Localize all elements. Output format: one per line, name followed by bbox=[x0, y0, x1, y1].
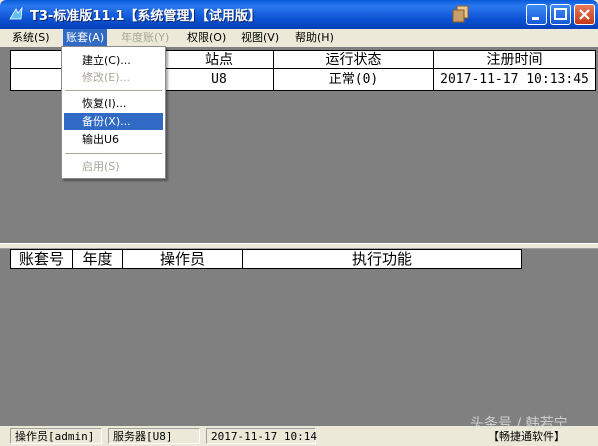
watermark-sub: 【畅捷通软件】 bbox=[488, 430, 565, 443]
menu-item-backup[interactable]: 备份(X)... bbox=[64, 113, 163, 130]
app-icon bbox=[9, 6, 23, 20]
cell-status: 正常(0) bbox=[274, 69, 434, 90]
maximize-button[interactable] bbox=[550, 4, 571, 25]
window-title: T3-标准版11.1【系统管理】【试用版】 bbox=[30, 9, 261, 24]
column-header-function[interactable]: 执行功能 bbox=[243, 250, 521, 268]
menu-item-enable[interactable]: 启用(S) bbox=[64, 158, 163, 175]
menu-view[interactable]: 视图(V) bbox=[238, 29, 282, 47]
menu-fiscal-year[interactable]: 年度账(Y) bbox=[118, 29, 172, 47]
minimize-icon bbox=[532, 17, 539, 20]
minimize-button[interactable] bbox=[526, 4, 547, 25]
log-table-header: 账套号 年度 操作员 执行功能 bbox=[10, 249, 522, 269]
menu-item-export-u6[interactable]: 输出U6 bbox=[64, 131, 163, 148]
status-server: 服务器[U8] bbox=[108, 428, 200, 444]
column-header-register-time[interactable]: 注册时间 bbox=[434, 51, 595, 68]
menu-item-create[interactable]: 建立(C)... bbox=[64, 52, 163, 69]
status-operator: 操作员[admin] bbox=[10, 428, 102, 444]
menu-account[interactable]: 账套(A) bbox=[63, 29, 108, 47]
restore-icon bbox=[452, 5, 469, 23]
menu-system[interactable]: 系统(S) bbox=[9, 29, 53, 47]
menu-bar: 系统(S) 账套(A) 年度账(Y) 权限(O) 视图(V) 帮助(H) bbox=[0, 29, 598, 47]
menu-separator bbox=[65, 153, 162, 154]
account-menu-dropdown: 建立(C)... 修改(E)... 恢复(I)... 备份(X)... 输出U6… bbox=[61, 46, 166, 179]
cell-register-time: 2017-11-17 10:13:45 bbox=[440, 72, 589, 87]
maximize-icon bbox=[554, 8, 567, 20]
menu-item-restore[interactable]: 恢复(I)... bbox=[64, 95, 163, 112]
menu-item-modify[interactable]: 修改(E)... bbox=[64, 69, 163, 86]
log-pane bbox=[0, 249, 598, 426]
status-datetime: 2017-11-17 10:14 bbox=[206, 428, 317, 444]
column-header-status[interactable]: 运行状态 bbox=[274, 51, 434, 68]
column-header-site[interactable]: 站点 bbox=[165, 51, 274, 68]
menu-separator bbox=[65, 90, 162, 91]
title-bar: T3-标准版11.1【系统管理】【试用版】 bbox=[0, 0, 598, 29]
column-header-year[interactable]: 年度 bbox=[73, 250, 123, 268]
column-header-operator[interactable]: 操作员 bbox=[123, 250, 243, 268]
close-button[interactable] bbox=[574, 4, 595, 25]
cell-site: U8 bbox=[165, 69, 274, 90]
menu-help[interactable]: 帮助(H) bbox=[292, 29, 337, 47]
close-icon bbox=[579, 9, 590, 20]
column-header-account-no[interactable]: 账套号 bbox=[11, 250, 73, 268]
menu-permission[interactable]: 权限(O) bbox=[184, 29, 229, 47]
